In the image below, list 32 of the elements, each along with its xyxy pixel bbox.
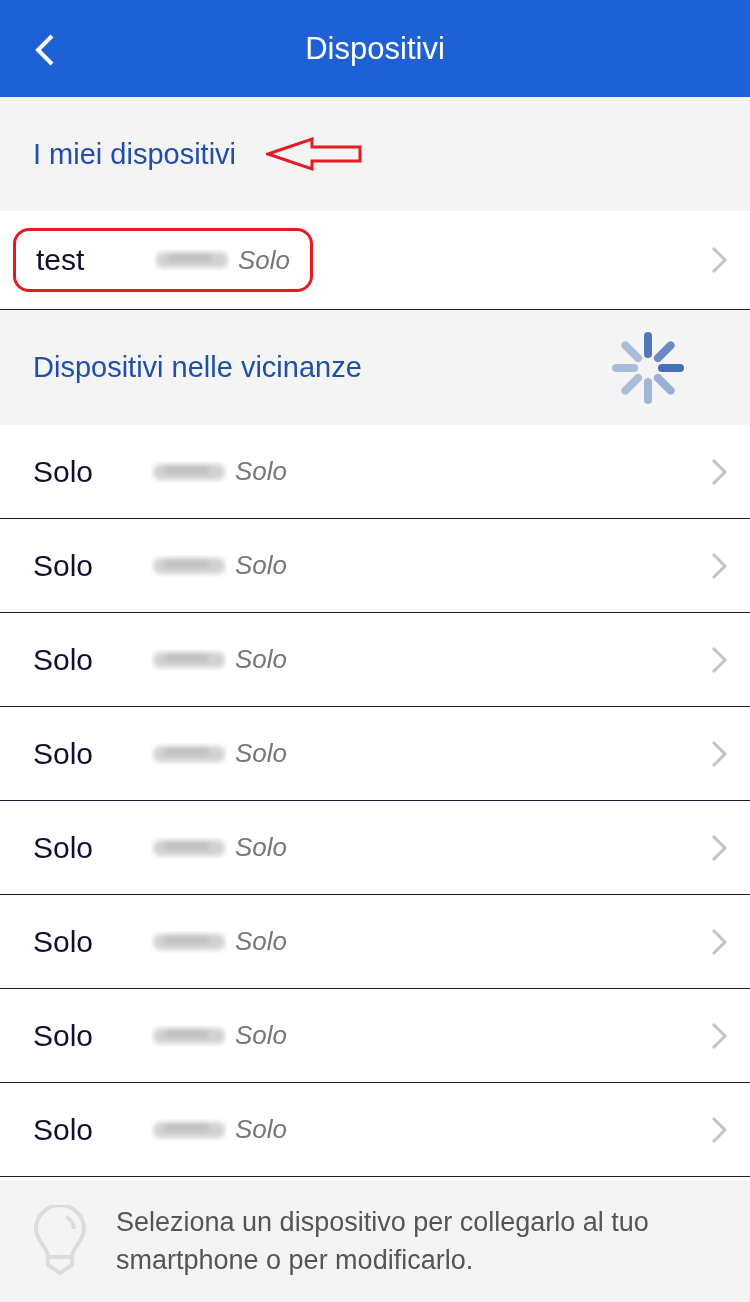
device-name: Solo <box>33 548 95 583</box>
chevron-right-icon <box>710 550 728 581</box>
device-type: Solo <box>235 926 288 957</box>
chevron-right-icon <box>710 738 728 769</box>
device-name: Solo <box>33 454 95 489</box>
device-name: Solo <box>33 736 95 771</box>
page-title: Dispositivi <box>305 30 445 67</box>
section-title: Dispositivi nelle vicinanze <box>33 351 362 384</box>
device-type: Solo <box>235 832 288 863</box>
chevron-right-icon <box>710 245 728 275</box>
tip-text: Seleziona un dispositivo per collegarlo al tuo smartphone o per modificarlo. <box>116 1206 650 1277</box>
device-type: Solo <box>235 738 288 769</box>
lightbulb-icon <box>32 1205 88 1277</box>
chevron-right-icon <box>710 644 728 675</box>
device-name: Solo <box>33 830 95 865</box>
chevron-right-icon <box>710 456 728 487</box>
chevron-right-icon <box>710 1114 728 1145</box>
device-type: Solo <box>238 244 291 276</box>
device-type: Solo <box>235 644 288 675</box>
device-name: Solo <box>33 1018 95 1053</box>
chevron-right-icon <box>710 832 728 863</box>
section-title: I miei dispositivi <box>33 137 237 171</box>
device-name: test <box>36 243 86 277</box>
chevron-right-icon <box>710 926 728 957</box>
device-type: Solo <box>235 1020 288 1051</box>
device-name: Solo <box>33 642 95 677</box>
device-type: Solo <box>235 456 288 487</box>
chevron-right-icon <box>710 1020 728 1051</box>
device-name: Solo <box>33 924 95 959</box>
device-type: Solo <box>235 550 288 581</box>
device-name: Solo <box>33 1112 95 1147</box>
device-type: Solo <box>235 1114 288 1145</box>
